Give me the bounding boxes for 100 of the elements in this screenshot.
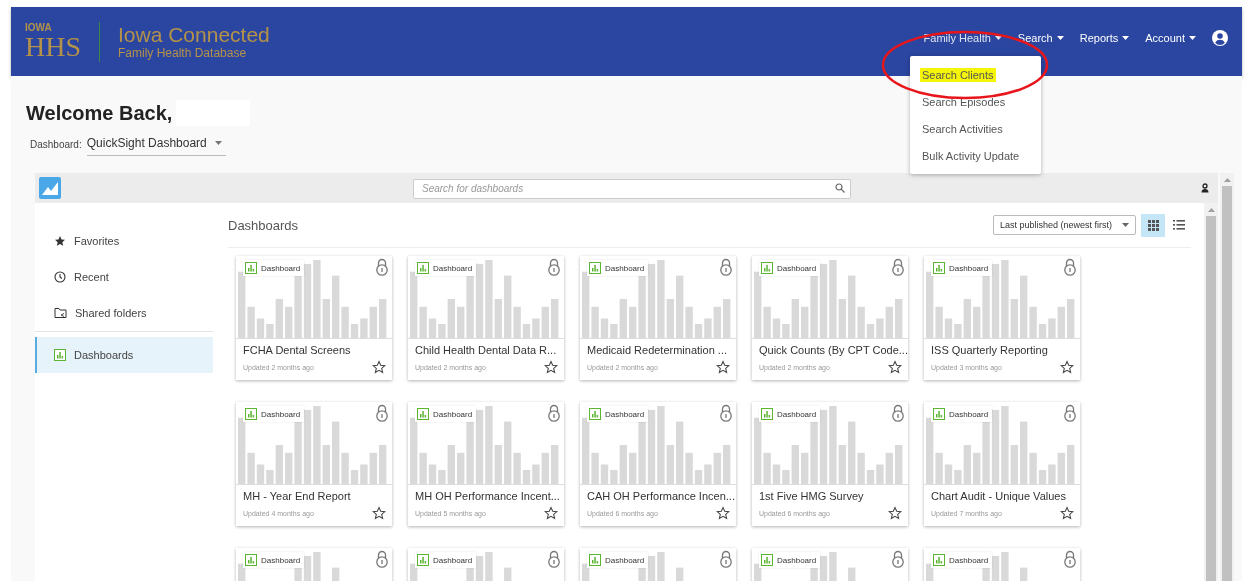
lock-icon (891, 258, 905, 276)
lock-icon (1063, 404, 1077, 422)
lock-icon (1063, 258, 1077, 276)
menu-item[interactable]: Search Activities (910, 115, 1041, 142)
menu-item[interactable]: Search Episodes (910, 88, 1041, 115)
dashboard-card[interactable]: Dashboard (924, 548, 1080, 581)
dashboard-badge: Dashboard (759, 260, 821, 276)
thumbnail-bar (379, 299, 387, 338)
menu-item[interactable]: Bulk Activity Update (910, 142, 1041, 169)
star-icon[interactable] (1060, 360, 1074, 374)
chart-icon (417, 408, 429, 420)
chart-icon (245, 554, 257, 566)
dashboard-card[interactable]: Dashboard (580, 548, 736, 581)
dashboard-badge: Dashboard (759, 552, 821, 568)
chart-icon (417, 554, 429, 566)
thumbnail-bar (582, 563, 590, 581)
card-title: Quick Counts (By CPT Code... (759, 344, 908, 356)
chart-icon (417, 262, 429, 274)
nav-menu[interactable]: Account (1145, 31, 1196, 44)
dashboard-badge: Dashboard (587, 406, 649, 422)
chart-icon (761, 554, 773, 566)
thumbnail-bar (238, 563, 246, 581)
dashboard-badge: Dashboard (243, 406, 305, 422)
chart-icon (245, 408, 257, 420)
star-icon[interactable] (372, 360, 386, 374)
caret-icon (994, 35, 1002, 40)
chart-icon (589, 554, 601, 566)
thumbnail-bar (723, 445, 731, 484)
star-icon[interactable] (1060, 506, 1074, 520)
dashboard-card[interactable]: Dashboard (236, 548, 392, 581)
lock-icon (547, 258, 561, 276)
star-icon[interactable] (372, 506, 386, 520)
card-title: MH OH Performance Incent... (415, 490, 561, 502)
chart-icon (933, 554, 945, 566)
user-icon[interactable] (1200, 183, 1210, 193)
chart-icon (933, 408, 945, 420)
card-title: CAH OH Performance Incen... (587, 490, 736, 502)
dashboard-badge: Dashboard (931, 552, 993, 568)
star-icon[interactable] (716, 506, 730, 520)
thumbnail-bar (848, 567, 856, 581)
user-icon[interactable] (1212, 29, 1228, 46)
dashboard-badge: Dashboard (415, 552, 477, 568)
lock-icon (375, 404, 389, 422)
caret-icon (214, 141, 222, 145)
grid-icon (1147, 219, 1159, 231)
lock-icon (375, 258, 389, 276)
star-icon[interactable] (544, 360, 558, 374)
sidebar-item[interactable]: Recent (35, 259, 213, 295)
sidebar-item[interactable]: Shared folders (35, 295, 213, 331)
lock-icon (719, 258, 733, 276)
chart-icon (589, 262, 601, 274)
chart-icon (761, 262, 773, 274)
logo-text: IOWA (25, 22, 53, 33)
lock-icon (891, 404, 905, 422)
star-icon (54, 235, 66, 247)
dashboard-badge: Dashboard (587, 552, 649, 568)
dashboard-badge: Dashboard (759, 406, 821, 422)
thumbnail-bar (723, 299, 731, 338)
search-field[interactable]: Search for dashboards (413, 178, 851, 199)
card-title: ISS Quarterly Reporting (931, 344, 1049, 356)
sidebar-item[interactable]: Dashboards (35, 337, 213, 373)
dashboard-badge: Dashboard (415, 260, 477, 276)
dashboard-card[interactable]: Dashboard (408, 548, 564, 581)
clock-icon (54, 271, 66, 283)
dashboard-badge: Dashboard (415, 406, 477, 422)
star-icon[interactable] (716, 360, 730, 374)
chart-icon (245, 262, 257, 274)
shared-folder-icon (54, 307, 67, 319)
lock-icon (547, 404, 561, 422)
dashboard-badge: Dashboard (931, 260, 993, 276)
thumbnail-bar (504, 567, 512, 581)
thumbnail-bar (551, 299, 559, 338)
thumbnail-bar (754, 563, 762, 581)
caret-icon (1189, 35, 1196, 40)
thumbnail-bar (926, 563, 934, 581)
sidebar-item[interactable]: Favorites (35, 223, 213, 259)
card-title: MH - Year End Report (243, 490, 352, 502)
scrollbar[interactable] (1220, 173, 1234, 581)
search-icon (835, 183, 845, 193)
scrollbar[interactable] (1204, 203, 1218, 581)
lock-icon (891, 550, 905, 568)
thumbnail-bar (676, 567, 684, 581)
dashboard-card[interactable]: Dashboard (752, 548, 908, 581)
chart-icon (589, 408, 601, 420)
star-icon[interactable] (888, 506, 902, 520)
thumbnail-bar (1020, 567, 1028, 581)
star-icon[interactable] (544, 506, 558, 520)
card-title: Chart Audit - Unique Values (931, 490, 1067, 502)
nav-menu[interactable]: Reports (1079, 31, 1130, 44)
star-icon[interactable] (888, 360, 902, 374)
thumbnail-bar (379, 445, 387, 484)
caret-icon (1056, 35, 1064, 40)
logo-text: HHS (25, 32, 81, 61)
dashboard-select[interactable]: QuickSight Dashboard (86, 136, 226, 156)
lock-icon (547, 550, 561, 568)
menu-item[interactable]: Search Clients (910, 61, 1041, 88)
chart-icon (54, 349, 66, 361)
sort-select[interactable]: Last published (newest first) (992, 215, 1136, 235)
nav-menu[interactable]: Family Health (923, 31, 1002, 44)
grid-view-button[interactable] (1141, 213, 1165, 237)
